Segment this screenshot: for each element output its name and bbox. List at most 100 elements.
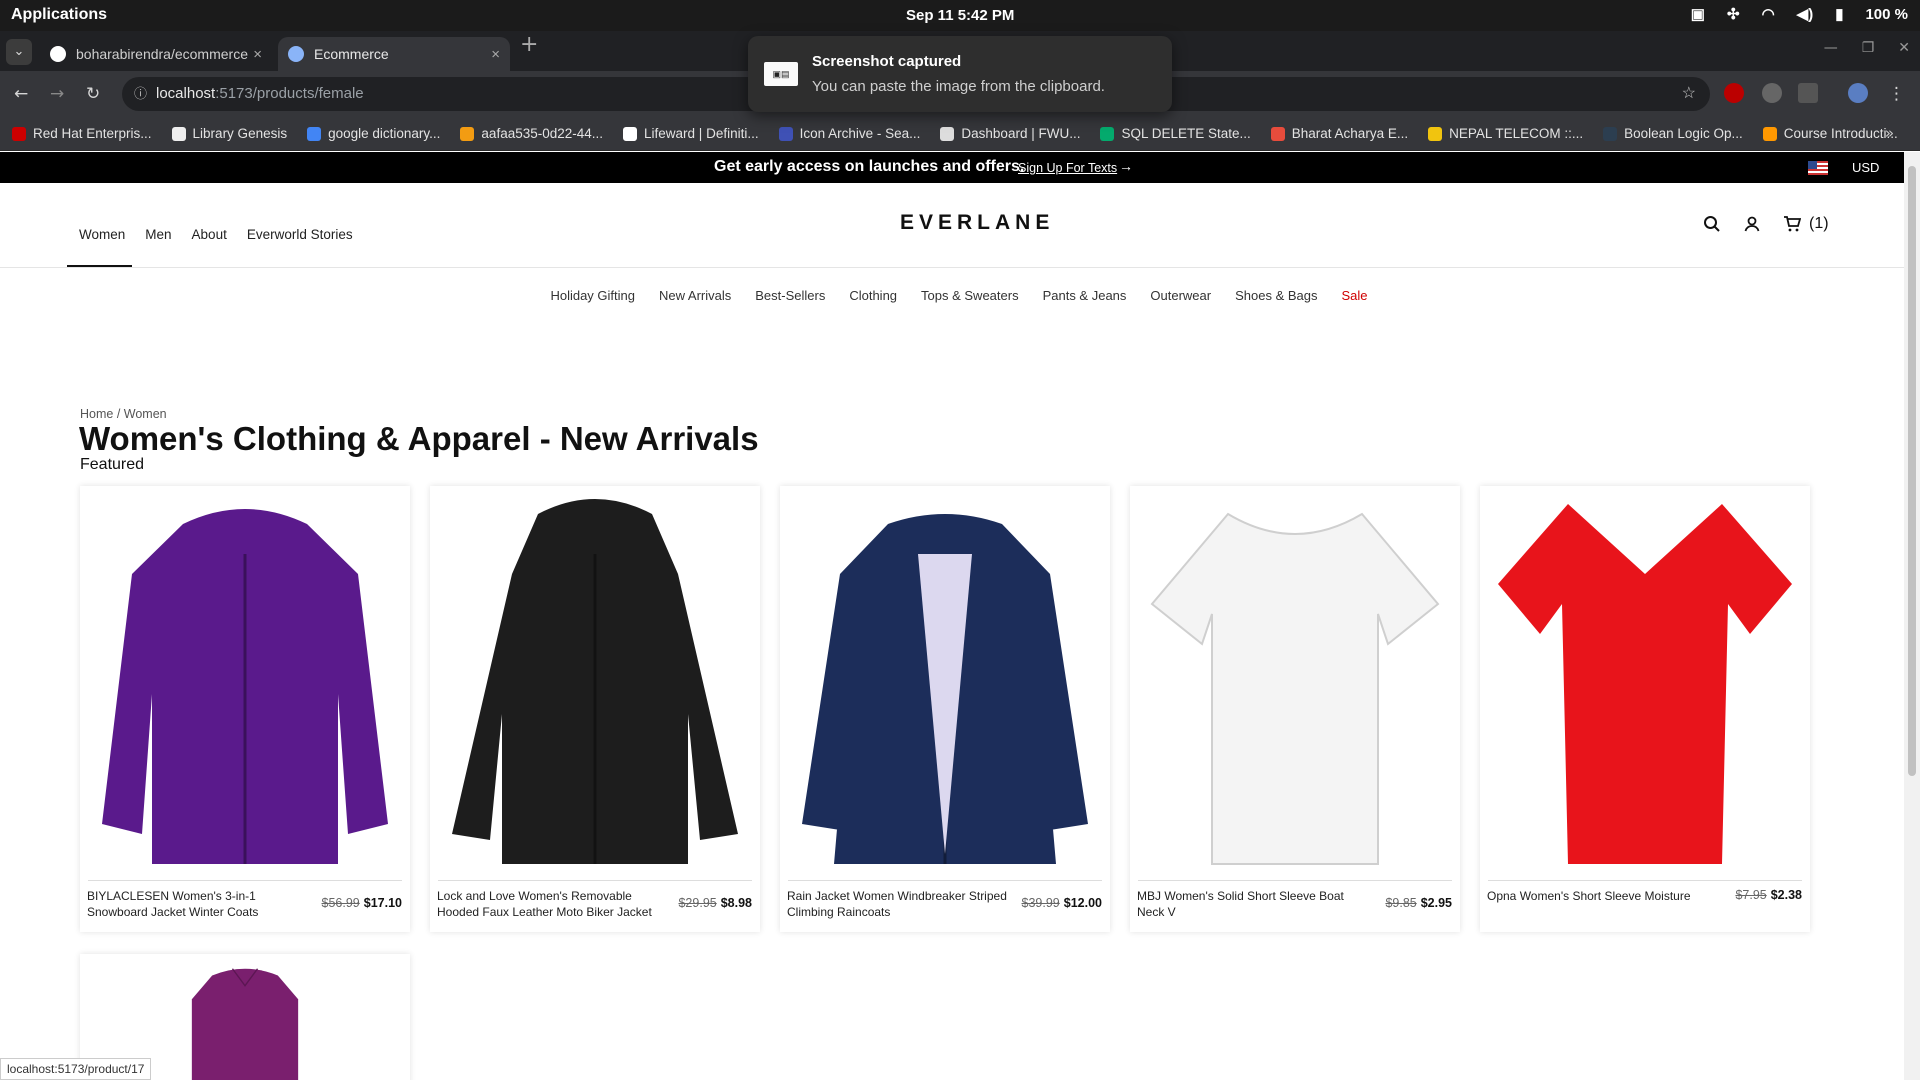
- bookmark-item[interactable]: Library Genesis: [171, 126, 288, 141]
- toast-title: Screenshot captured: [812, 53, 962, 70]
- breadcrumb[interactable]: Home / Women: [80, 407, 167, 421]
- bookmark-label: Lifeward | Definiti...: [644, 126, 759, 141]
- bookmark-item[interactable]: SQL DELETE State...: [1100, 126, 1251, 141]
- product-name[interactable]: Opna Women's Short Sleeve Moisture: [1487, 888, 1715, 904]
- bookmark-favicon-icon: [1270, 126, 1285, 141]
- product-image: [1150, 512, 1440, 865]
- product-card[interactable]: Lock and Love Women's Removable Hooded F…: [430, 486, 760, 932]
- bookmark-label: Library Genesis: [192, 126, 288, 141]
- bookmark-item[interactable]: Lifeward | Definiti...: [623, 126, 759, 141]
- bookmark-item[interactable]: Dashboard | FWU...: [940, 126, 1080, 141]
- new-tab-button[interactable]: +: [520, 32, 538, 57]
- product-image: [452, 499, 738, 864]
- avatar[interactable]: [1848, 83, 1868, 103]
- bookmark-label: SQL DELETE State...: [1121, 126, 1251, 141]
- url-host: localhost: [156, 85, 216, 102]
- us-flag-icon[interactable]: [1808, 161, 1828, 175]
- volume-icon[interactable]: ◀): [1797, 5, 1814, 23]
- bookmark-item[interactable]: aafaa535-0d22-44...: [460, 126, 603, 141]
- tab-search-button[interactable]: ⌄: [6, 39, 32, 65]
- product-prices: $29.95 $8.98: [678, 896, 752, 910]
- bookmark-favicon-icon: [307, 126, 322, 141]
- close-tab-icon[interactable]: ×: [253, 46, 262, 63]
- product-prices: $7.95 $2.38: [1735, 888, 1802, 902]
- bookmark-label: Red Hat Enterpris...: [33, 126, 152, 141]
- screen-icon[interactable]: ▣: [1691, 5, 1705, 23]
- signup-link[interactable]: Sign Up For Texts: [1018, 161, 1117, 175]
- maximize-icon[interactable]: ❐: [1862, 40, 1875, 56]
- site-logo[interactable]: EVERLANE: [900, 211, 1054, 235]
- more-bookmarks-icon[interactable]: »: [1885, 124, 1894, 142]
- clock[interactable]: Sep 11 5:42 PM: [906, 7, 1014, 24]
- category-link[interactable]: New Arrivals: [659, 288, 731, 303]
- user-icon[interactable]: [1743, 215, 1761, 233]
- bookmark-favicon-icon: [12, 126, 26, 141]
- category-link[interactable]: Pants & Jeans: [1043, 288, 1127, 303]
- category-link[interactable]: Best-Sellers: [755, 288, 825, 303]
- original-price: $7.95: [1735, 888, 1767, 902]
- extension-icon[interactable]: [1762, 83, 1782, 103]
- product-prices: $56.99 $17.10: [322, 896, 402, 910]
- product-name[interactable]: BIYLACLESEN Women's 3-in-1 Snowboard Jac…: [87, 888, 315, 920]
- nav-women[interactable]: Women: [79, 227, 125, 242]
- web-page: Get early access on launches and offers.…: [0, 152, 1904, 1080]
- puzzle-icon[interactable]: [1798, 83, 1818, 103]
- cart-icon: [1784, 216, 1801, 232]
- slack-icon[interactable]: ✣: [1727, 5, 1740, 23]
- bookmark-star-icon[interactable]: ☆: [1682, 77, 1696, 111]
- forward-icon[interactable]: →: [50, 84, 64, 104]
- screenshot-toast[interactable]: ▣▤ Screenshot captured You can paste the…: [748, 36, 1172, 112]
- reload-icon[interactable]: ↻: [86, 84, 100, 104]
- category-link[interactable]: Shoes & Bags: [1235, 288, 1317, 303]
- wifi-icon[interactable]: ◠: [1762, 5, 1775, 23]
- bookmark-item[interactable]: NEPAL TELECOM ::...: [1428, 126, 1583, 141]
- minimize-icon[interactable]: —: [1824, 40, 1838, 56]
- nav-everworld-stories[interactable]: Everworld Stories: [247, 227, 353, 242]
- globe-icon: [288, 46, 304, 62]
- close-window-icon[interactable]: ✕: [1898, 40, 1910, 56]
- original-price: $29.95: [678, 896, 717, 910]
- sale-price: $17.10: [363, 896, 402, 910]
- bookmark-item[interactable]: Boolean Logic Op...: [1603, 126, 1743, 141]
- category-link[interactable]: Outerwear: [1150, 288, 1211, 303]
- more-menu-icon[interactable]: ⋮: [1888, 84, 1905, 104]
- product-name[interactable]: MBJ Women's Solid Short Sleeve Boat Neck…: [1137, 888, 1365, 920]
- bookmark-item[interactable]: Icon Archive - Sea...: [778, 126, 920, 141]
- close-tab-icon[interactable]: ×: [491, 46, 500, 63]
- applications-menu[interactable]: Applications: [11, 6, 107, 24]
- bookmark-item[interactable]: google dictionary...: [307, 126, 440, 141]
- back-icon[interactable]: ←: [14, 84, 28, 104]
- original-price: $39.99: [1021, 896, 1060, 910]
- battery-icon[interactable]: ▮: [1835, 5, 1843, 23]
- product-name[interactable]: Lock and Love Women's Removable Hooded F…: [437, 888, 665, 920]
- tab-github[interactable]: boharabirendra/ecommerce ×: [40, 37, 272, 71]
- page-title: Women's Clothing & Apparel - New Arrival…: [79, 420, 759, 457]
- product-name[interactable]: Rain Jacket Women Windbreaker Striped Cl…: [787, 888, 1015, 920]
- currency-selector[interactable]: USD: [1852, 160, 1879, 175]
- sale-price: $2.95: [1420, 896, 1452, 910]
- page-scrollbar[interactable]: [1904, 152, 1920, 1080]
- tab-ecommerce[interactable]: Ecommerce ×: [278, 37, 510, 71]
- bookmark-item[interactable]: Red Hat Enterpris...: [12, 126, 152, 141]
- category-link[interactable]: Tops & Sweaters: [921, 288, 1019, 303]
- status-url: localhost:5173/product/17: [0, 1058, 152, 1080]
- nav-men[interactable]: Men: [145, 227, 171, 242]
- nav-about[interactable]: About: [192, 227, 227, 242]
- bookmark-item[interactable]: Bharat Acharya E...: [1270, 126, 1408, 141]
- category-link[interactable]: Sale: [1342, 288, 1368, 303]
- bookmark-favicon-icon: [1603, 126, 1618, 141]
- search-icon[interactable]: [1703, 215, 1721, 233]
- category-link[interactable]: Holiday Gifting: [550, 288, 635, 303]
- ublock-icon[interactable]: [1724, 83, 1744, 103]
- category-link[interactable]: Clothing: [849, 288, 897, 303]
- site-info-icon[interactable]: ⓘ: [134, 77, 147, 111]
- product-card[interactable]: Opna Women's Short Sleeve Moisture $7.95 $…: [1480, 486, 1810, 932]
- product-card[interactable]: BIYLACLESEN Women's 3-in-1 Snowboard Jac…: [80, 486, 410, 932]
- product-card[interactable]: MBJ Women's Solid Short Sleeve Boat Neck…: [1130, 486, 1460, 932]
- scrollbar-thumb[interactable]: [1908, 166, 1916, 776]
- bookmark-item[interactable]: Course Introducti...: [1762, 126, 1898, 141]
- github-icon: [50, 46, 66, 62]
- product-card[interactable]: Rain Jacket Women Windbreaker Striped Cl…: [780, 486, 1110, 932]
- cart-button[interactable]: (1): [1783, 215, 1829, 233]
- original-price: $9.85: [1385, 896, 1417, 910]
